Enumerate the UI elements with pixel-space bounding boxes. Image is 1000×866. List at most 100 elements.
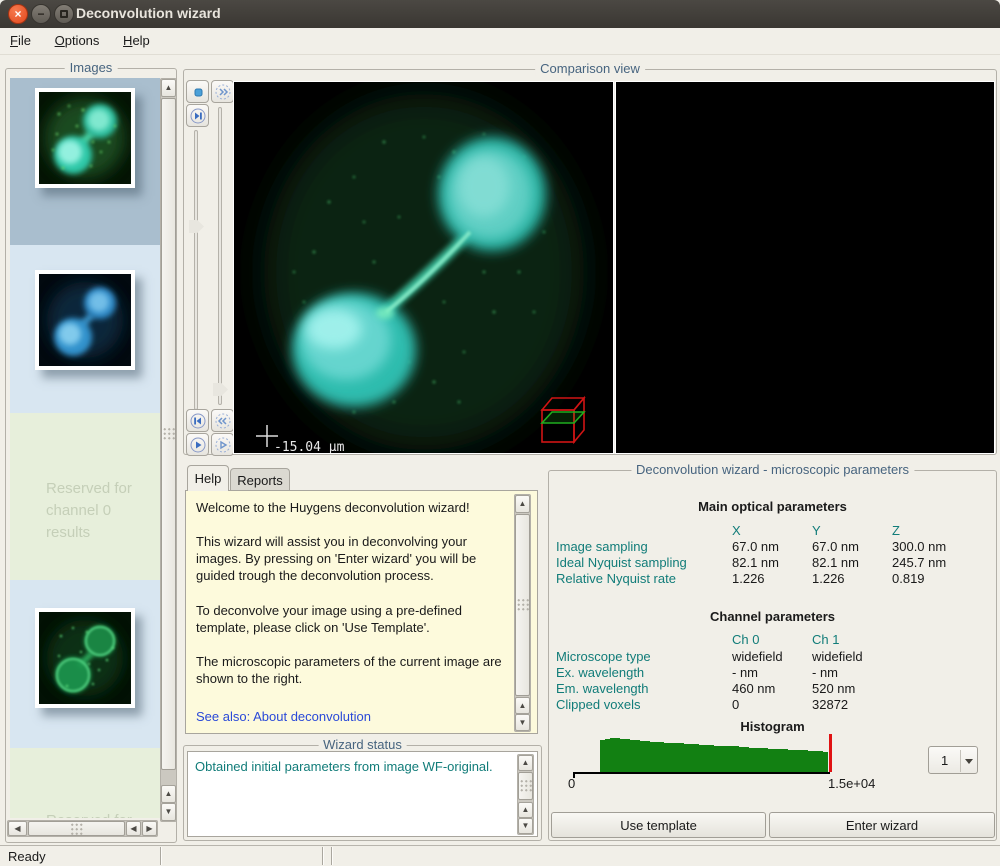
help-vscrollbar[interactable]: ▲ ▲ ▼ <box>514 494 531 732</box>
cell-value: 520 nm <box>812 681 855 696</box>
images-group-title: Images <box>65 60 118 75</box>
menu-options[interactable]: Options <box>45 28 110 52</box>
col-header-x: X <box>732 523 741 538</box>
scroll-up-icon[interactable]: ▲ <box>515 495 530 513</box>
skip-start-icon <box>190 413 206 429</box>
row-label: Ideal Nyquist sampling <box>556 555 687 570</box>
list-item-wf-original[interactable]: WF-original <box>10 78 160 245</box>
cell-value: 300.0 nm <box>892 539 946 554</box>
rewind-button[interactable] <box>211 409 234 432</box>
tab-help[interactable]: Help <box>187 465 229 491</box>
tab-reports-label: Reports <box>237 473 283 488</box>
skip-end-icon <box>190 108 206 124</box>
scroll-up-icon[interactable]: ▲ <box>161 785 176 803</box>
see-also-prefix: See also: <box>196 709 253 724</box>
status-ready: Ready <box>8 849 46 864</box>
menu-bar: File Options Help <box>0 28 1000 55</box>
deconvolution-wizard-window: { "window": { "title": "Deconvolution wi… <box>0 0 1000 866</box>
fast-forward-icon <box>215 84 231 100</box>
col-header-ch1: Ch 1 <box>812 632 839 647</box>
help-content: Welcome to the Huygens deconvolution wiz… <box>185 490 538 734</box>
list-item-wf-original-ch1[interactable]: WF-original:Ch1 <box>10 580 160 748</box>
help-paragraph: This wizard will assist you in deconvolv… <box>196 533 506 584</box>
help-paragraph: To deconvolve your image using a pre-def… <box>196 602 506 636</box>
play-icon <box>190 437 206 453</box>
current-slice-button[interactable] <box>186 80 209 103</box>
images-hscroll-thumb[interactable] <box>28 821 125 836</box>
wizard-status-group: Wizard status Obtained initial parameter… <box>183 745 542 841</box>
title-bar[interactable]: × − Deconvolution wizard <box>0 0 1000 28</box>
microscopy-image: -15.04 μm <box>234 82 613 453</box>
cell-value: 82.1 nm <box>812 555 859 570</box>
minimize-icon[interactable]: − <box>31 4 51 24</box>
help-paragraph: The microscopic parameters of the curren… <box>196 653 506 687</box>
chevron-down-icon <box>965 759 973 764</box>
about-deconvolution-link[interactable]: About deconvolution <box>253 709 371 724</box>
cell-value: 67.0 nm <box>732 539 779 554</box>
channel-heading: Channel parameters <box>548 609 997 624</box>
comparison-right-image[interactable] <box>615 81 995 454</box>
menu-help[interactable]: Help <box>113 28 160 52</box>
z-slider-track[interactable] <box>194 130 198 410</box>
params-group-title: Deconvolution wizard - microscopic param… <box>631 462 914 477</box>
thumbnail-wf-original-ch1[interactable] <box>35 608 135 708</box>
enter-wizard-label: Enter wizard <box>846 818 918 833</box>
help-vscroll-thumb[interactable] <box>515 514 530 696</box>
scroll-up-icon[interactable]: ▲ <box>515 697 530 714</box>
thumbnail-wf-original[interactable] <box>35 88 135 188</box>
time-slider-track[interactable] <box>218 107 222 405</box>
use-template-button[interactable]: Use template <box>551 812 766 838</box>
images-hscrollbar[interactable]: ◀ ◀ ▶ <box>7 820 158 837</box>
cell-value: widefield <box>812 649 863 664</box>
row-label: Relative Nyquist rate <box>556 571 676 586</box>
maximize-icon[interactable] <box>54 4 74 24</box>
scroll-down-icon[interactable]: ▼ <box>518 818 533 834</box>
scroll-left-icon[interactable]: ◀ <box>126 821 141 836</box>
row-label: Em. wavelength <box>556 681 649 696</box>
wizard-status-message: Obtained initial parameters from image W… <box>195 759 505 774</box>
play-button[interactable] <box>186 433 209 456</box>
optical-heading: Main optical parameters <box>548 499 997 514</box>
images-vscrollbar[interactable]: ▲ ▲ ▼ <box>160 78 177 822</box>
scroll-right-icon[interactable]: ▶ <box>142 821 157 836</box>
comparison-left-image[interactable]: -15.04 μm <box>233 81 614 454</box>
histogram-xmin: 0 <box>568 776 575 791</box>
scroll-down-icon[interactable]: ▼ <box>515 714 530 731</box>
cell-value: widefield <box>732 649 783 664</box>
cell-value: 460 nm <box>732 681 775 696</box>
thumbnail-wf-original-ch0[interactable] <box>35 270 135 370</box>
histogram-heading: Histogram <box>548 719 997 734</box>
scroll-left-icon[interactable]: ◀ <box>8 821 27 836</box>
close-icon[interactable]: × <box>8 4 28 24</box>
cell-image-blue <box>39 274 131 366</box>
histogram-xmax: 1.5e+04 <box>828 776 875 791</box>
use-template-label: Use template <box>620 818 697 833</box>
status-vscrollbar[interactable]: ▲ ▲ ▼ <box>517 754 534 835</box>
rewind-icon <box>215 413 231 429</box>
images-vscroll-thumb[interactable] <box>161 98 176 770</box>
col-header-y: Y <box>812 523 821 538</box>
scroll-down-icon[interactable]: ▼ <box>161 803 176 821</box>
tab-reports[interactable]: Reports <box>230 468 290 491</box>
scroll-up-icon[interactable]: ▲ <box>161 79 176 97</box>
play-forward-ghost-button[interactable] <box>211 433 234 456</box>
wizard-status-title: Wizard status <box>318 737 407 752</box>
status-bar: Ready <box>0 845 1000 866</box>
scroll-up-icon[interactable]: ▲ <box>518 802 533 818</box>
status-vscroll-thumb[interactable] <box>518 772 533 800</box>
scroll-up-icon[interactable]: ▲ <box>518 755 533 771</box>
row-label: Clipped voxels <box>556 697 641 712</box>
list-item-wf-original-ch0[interactable]: WF-original:Ch0 <box>10 245 160 413</box>
skip-to-end-button[interactable] <box>186 104 209 127</box>
comparison-title: Comparison view <box>535 61 645 76</box>
enter-wizard-button[interactable]: Enter wizard <box>769 812 995 838</box>
help-text: Welcome to the Huygens deconvolution wiz… <box>196 499 506 704</box>
menu-file[interactable]: File <box>0 28 41 52</box>
cell-value: 32872 <box>812 697 848 712</box>
histogram-bars <box>600 738 828 772</box>
skip-to-start-button[interactable] <box>186 409 209 432</box>
see-also-line: See also: About deconvolution <box>196 709 371 724</box>
channel-select[interactable]: 1 <box>928 746 978 774</box>
fast-forward-button[interactable] <box>211 80 234 103</box>
cell-image-green-cyan <box>39 92 131 184</box>
